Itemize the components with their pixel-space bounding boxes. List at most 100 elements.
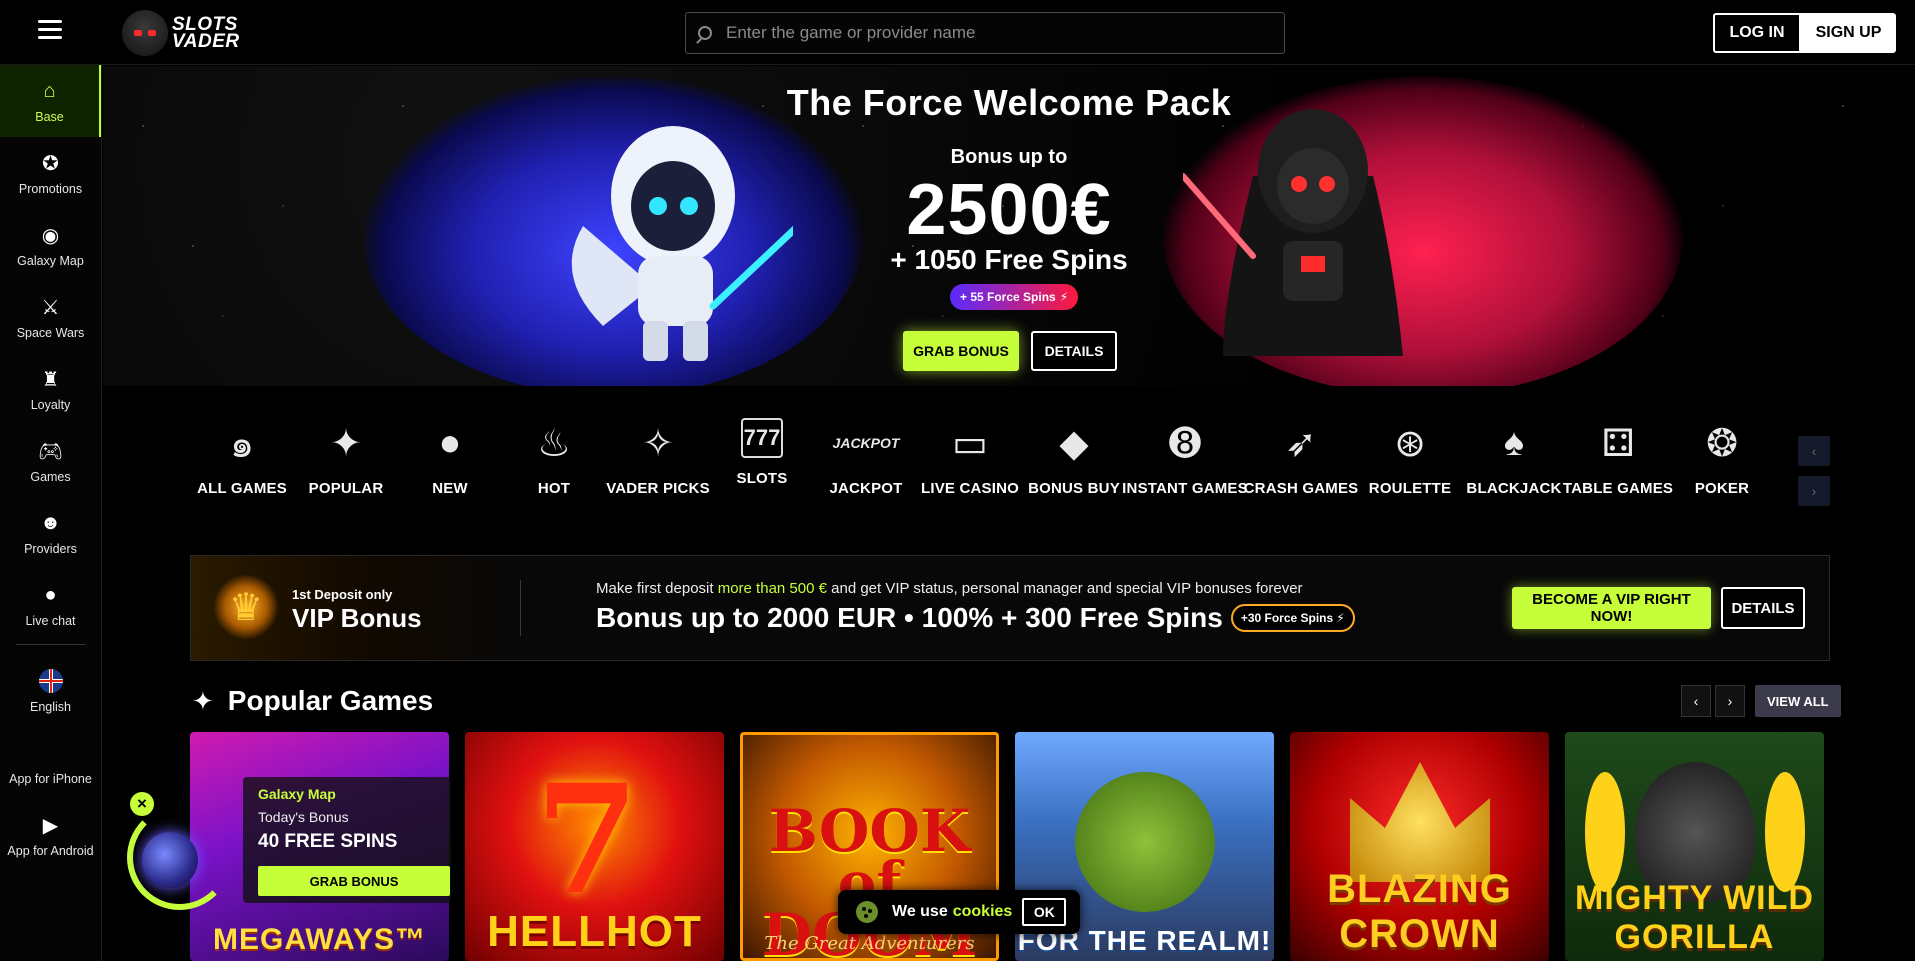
flame-icon: ♨ (536, 422, 572, 465)
category-new[interactable]: ● NEW (398, 418, 502, 518)
sidebar-item-base[interactable]: ⌂ Base (0, 65, 101, 137)
vip-small-label: 1st Deposit only (292, 587, 393, 602)
sidebar: ⌂ Base ✪ Promotions ◉ Galaxy Map ⚔ Space… (0, 65, 102, 961)
category-poker[interactable]: ❂ POKER (1670, 418, 1774, 518)
category-label: NEW (432, 480, 468, 497)
grab-bonus-button[interactable]: GRAB BONUS (903, 331, 1019, 371)
category-live-casino[interactable]: ▭ LIVE CASINO (918, 418, 1022, 518)
sidebar-item-label: Games (30, 470, 71, 484)
logo-text: SLOTS VADER (172, 15, 240, 52)
sidebar-item-label: Space Wars (16, 326, 85, 340)
category-label: BONUS BUY (1028, 480, 1120, 497)
become-vip-button[interactable]: BECOME A VIP RIGHT NOW! (1512, 587, 1711, 629)
category-blackjack[interactable]: ♠ BLACKJACK (1462, 418, 1566, 518)
category-all-games[interactable]: ๑ ALL GAMES (190, 418, 294, 518)
sidebar-item-label: Base (35, 110, 64, 124)
galaxy-grab-bonus-button[interactable]: GRAB BONUS (258, 866, 450, 896)
galaxy-card-spins: 40 FREE SPINS (258, 831, 398, 852)
popular-games-header: ✦ Popular Games (192, 683, 433, 719)
vip-pill-text: +30 Force Spins (1240, 611, 1334, 625)
category-label: CRASH GAMES (1243, 480, 1359, 497)
hero-title: The Force Welcome Pack (786, 82, 1232, 123)
category-label: BLACKJACK (1466, 480, 1562, 497)
sidebar-item-app-iphone[interactable]: App for iPhone (0, 727, 101, 799)
chevron-right-icon[interactable]: › (1798, 476, 1830, 506)
game-title: BLAZING CROWN (1327, 867, 1512, 956)
game-card[interactable]: MIGHTY WILD GORILLA (1565, 732, 1824, 961)
sidebar-item-live-chat[interactable]: ● Live chat (0, 569, 101, 641)
home-icon: ⌂ (43, 79, 56, 102)
hero-bonus-amount: 2500€ (906, 170, 1112, 250)
category-label: HOT (537, 480, 571, 497)
galaxy-bonus-card: Galaxy Map Today's Bonus 40 FREE SPINS G… (243, 777, 451, 903)
sidebar-item-galaxy-map[interactable]: ◉ Galaxy Map (0, 209, 101, 281)
popular-games-nav: ‹ › VIEW ALL (1681, 685, 1841, 717)
cookies-link[interactable]: cookies (953, 903, 1013, 921)
force-spins-text: + 55 Force Spins (960, 290, 1056, 304)
category-label: ALL GAMES (197, 480, 287, 497)
category-crash-games[interactable]: ➶ CRASH GAMES (1243, 418, 1359, 518)
chevron-right-icon[interactable]: › (1715, 685, 1745, 717)
category-label: POPULAR (308, 480, 384, 497)
sidebar-item-games[interactable]: 🎮︎ Games (0, 425, 101, 497)
rocket-icon: ➶ (1285, 422, 1317, 465)
category-vader-picks[interactable]: ✧ VADER PICKS (606, 418, 710, 518)
chevron-left-icon[interactable]: ‹ (1681, 685, 1711, 717)
sidebar-item-label: English (30, 700, 71, 714)
category-label: SLOTS (736, 470, 788, 487)
category-roulette[interactable]: ⊛ ROULETTE (1358, 418, 1462, 518)
promotions-icon: ✪ (42, 152, 59, 175)
sidebar-item-loyalty[interactable]: ♜ Loyalty (0, 353, 101, 425)
category-hot[interactable]: ♨ HOT (502, 418, 606, 518)
vader-helmet-icon (122, 10, 168, 56)
sparkle-icon: ✦ (192, 685, 214, 716)
login-button[interactable]: LOG IN (1713, 13, 1801, 53)
logo-line-2: VADER (172, 31, 240, 52)
sidebar-item-providers[interactable]: ☻ Providers (0, 497, 101, 569)
search-input[interactable] (726, 23, 1266, 43)
category-slots[interactable]: 777 SLOTS (710, 418, 814, 518)
cards-icon: ♠ (1503, 421, 1525, 464)
game-card[interactable]: BLAZING CROWN (1290, 732, 1549, 961)
cookie-notice: We use cookies OK (838, 890, 1080, 934)
vip-headline: Bonus up to 2000 EUR • 100% + 300 Free S… (596, 602, 1355, 634)
category-popular[interactable]: ✦ POPULAR (294, 418, 398, 518)
sidebar-item-promotions[interactable]: ✪ Promotions (0, 137, 101, 209)
sparkle-icon: ✦ (330, 422, 362, 465)
vip-details-button[interactable]: DETAILS (1721, 587, 1805, 629)
popular-games-title: Popular Games (227, 685, 434, 716)
sidebar-item-space-wars[interactable]: ⚔ Space Wars (0, 281, 101, 353)
category-instant-games[interactable]: ➑ INSTANT GAMES (1122, 418, 1247, 518)
banana-artwork (1585, 772, 1625, 892)
category-bonus-buy[interactable]: ◆ BONUS BUY (1022, 418, 1126, 518)
hero-actions: GRAB BONUS DETAILS (903, 331, 1117, 371)
seven-artwork: 7 (535, 752, 640, 928)
sidebar-item-label: Providers (24, 542, 77, 556)
cookie-ok-button[interactable]: OK (1022, 898, 1067, 926)
loyalty-icon: ♜ (41, 368, 60, 391)
logo[interactable]: SLOTS VADER (122, 10, 240, 56)
view-all-button[interactable]: VIEW ALL (1755, 685, 1841, 717)
close-icon[interactable]: × (130, 792, 154, 816)
compass-star-icon: ✧ (642, 422, 674, 465)
galaxy-icon: ◉ (41, 224, 60, 247)
sidebar-item-app-android[interactable]: ▶ App for Android (0, 799, 101, 871)
category-table-games[interactable]: ⚃ TABLE GAMES (1563, 418, 1673, 518)
category-jackpot[interactable]: JACKPOT JACKPOT (814, 418, 918, 518)
signup-button[interactable]: SIGN UP (1801, 13, 1896, 53)
search-box[interactable] (685, 12, 1285, 54)
game-card[interactable]: 7 HELLHOT (465, 732, 724, 961)
galaxy-planet-icon[interactable] (142, 832, 198, 888)
diamond-icon: ◆ (1059, 422, 1089, 465)
apple-icon (38, 740, 64, 766)
category-label: JACKPOT (829, 480, 903, 497)
hero-details-button[interactable]: DETAILS (1031, 331, 1117, 371)
sidebar-item-language[interactable]: English (0, 655, 101, 727)
menu-icon[interactable] (38, 20, 62, 40)
play-store-icon: ▶ (42, 814, 59, 837)
vip-desc-post: and get VIP status, personal manager and… (826, 580, 1303, 597)
sidebar-item-label: App for iPhone (9, 772, 92, 786)
chevron-left-icon[interactable]: ‹ (1798, 436, 1830, 466)
vip-headline-text: Bonus up to 2000 EUR • 100% + 300 Free S… (596, 602, 1223, 633)
sidebar-item-label: Galaxy Map (17, 254, 84, 268)
